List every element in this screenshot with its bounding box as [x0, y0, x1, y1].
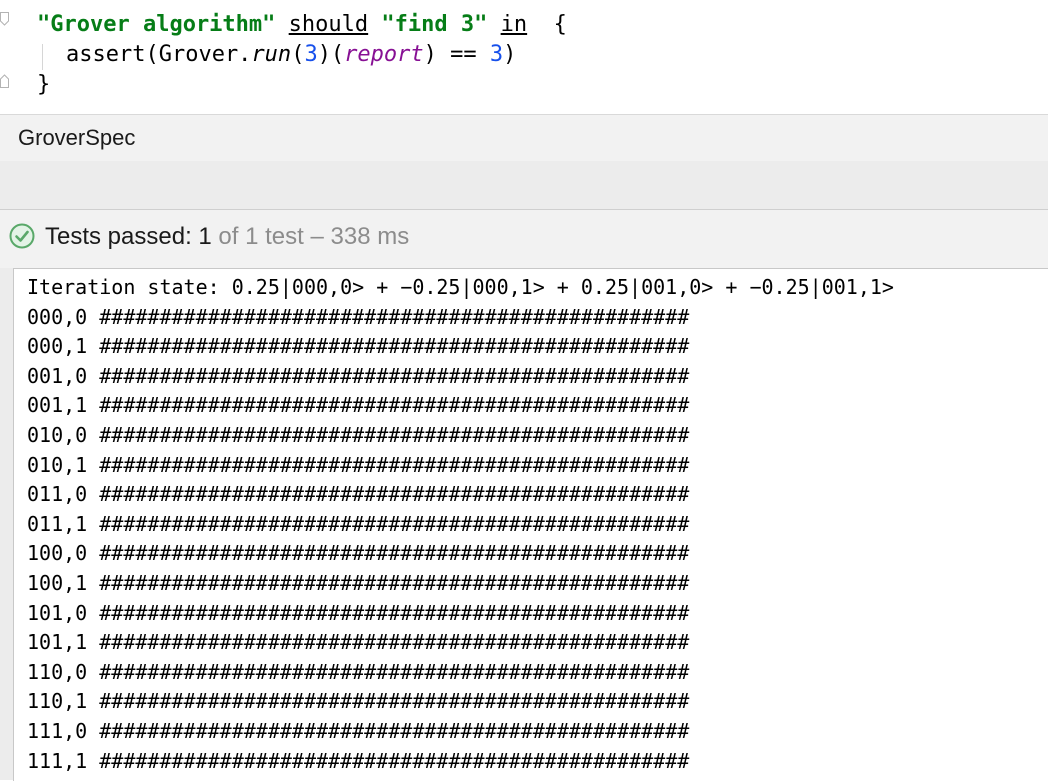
console-row: 010,1 ##################################…: [27, 451, 689, 481]
console-row: 110,1 ##################################…: [27, 687, 689, 717]
basis-state-label: 010,0: [27, 423, 88, 447]
amplitude-bar: ########################################…: [99, 600, 690, 625]
basis-state-label: 111,0: [27, 719, 88, 743]
console-row: 100,0 ##################################…: [27, 539, 689, 569]
amplitude-bar: ########################################…: [99, 363, 690, 388]
in-keyword: in: [500, 12, 528, 37]
report-param: report: [344, 42, 424, 67]
basis-state-label: 101,1: [27, 630, 88, 655]
amplitude-bar: ########################################…: [99, 719, 690, 743]
basis-state-label: 000,0: [27, 304, 88, 329]
tests-passed-label: Tests passed: 1: [45, 223, 212, 250]
console-row: 101,1 ##################################…: [27, 628, 689, 658]
code-line-3: }: [37, 72, 51, 97]
amplitude-bar: ########################################…: [99, 571, 690, 595]
console-output[interactable]: Iteration state: 0.25|000,0> + −0.25|000…: [13, 268, 1048, 781]
console-panel: Iteration state: 0.25|000,0> + −0.25|000…: [0, 268, 1048, 781]
basis-state-label: 111,1: [27, 748, 88, 773]
amplitude-bar: ########################################…: [99, 393, 690, 418]
basis-state-label: 110,0: [27, 659, 88, 684]
amplitude-bar: ########################################…: [99, 630, 690, 655]
should-keyword: should: [288, 12, 369, 37]
breadcrumb-title[interactable]: GroverSpec: [18, 125, 135, 151]
console-row: 000,1 ##################################…: [27, 332, 689, 362]
test-name-string: "Grover algorithm": [37, 12, 276, 37]
code-line-1: "Grover algorithm" should "find 3" in {: [37, 10, 567, 40]
breadcrumb[interactable]: GroverSpec: [0, 114, 1048, 162]
iteration-state-line: Iteration state: 0.25|000,0> + −0.25|000…: [27, 275, 894, 299]
basis-state-label: 011,0: [27, 482, 88, 507]
run-method: run: [251, 42, 292, 67]
amplitude-bar: ########################################…: [99, 659, 690, 684]
amplitude-bar: ########################################…: [99, 482, 690, 507]
console-row: 010,0 ##################################…: [27, 421, 689, 451]
basis-state-label: 011,1: [27, 511, 88, 536]
amplitude-bar: ########################################…: [99, 541, 690, 566]
console-row: 001,1 ##################################…: [27, 391, 689, 421]
amplitude-bar: ########################################…: [99, 423, 690, 447]
fold-marker-icon[interactable]: [0, 12, 9, 26]
expected-value: 3: [489, 42, 504, 67]
comparison: ) ==: [423, 42, 490, 67]
amplitude-bar: ########################################…: [99, 304, 690, 329]
console-row: 111,1 ##################################…: [27, 747, 689, 777]
basis-state-label: 001,0: [27, 363, 88, 388]
amplitude-bar: ########################################…: [99, 334, 690, 359]
amplitude-bar: ########################################…: [99, 452, 690, 477]
code-line-2: assert(Grover.run(3)(report) == 3): [66, 40, 516, 70]
assert-call: assert(Grover.: [66, 42, 252, 67]
console-row: 000,0 ##################################…: [27, 303, 689, 333]
run-argument: 3: [304, 42, 318, 67]
fold-end-marker-icon[interactable]: [0, 74, 9, 88]
basis-state-label: 001,1: [27, 393, 88, 418]
console-row: 111,0 ##################################…: [27, 717, 689, 747]
indent-guide: [42, 44, 43, 70]
console-row: 101,0 ##################################…: [27, 599, 689, 629]
basis-state-label: 100,1: [27, 571, 88, 595]
tests-detail-label: of 1 test – 338 ms: [211, 223, 410, 250]
test-case-string: "find 3": [381, 12, 488, 37]
console-row: 011,1 ##################################…: [27, 510, 689, 540]
paren-mid: )(: [317, 42, 345, 67]
paren-open: (: [291, 42, 305, 67]
test-status-bar: Tests passed: 1 of 1 test – 338 ms: [0, 210, 1048, 268]
status-text: Tests passed: 1 of 1 test – 338 ms: [45, 223, 409, 251]
console-row: 001,0 ##################################…: [27, 362, 689, 392]
amplitude-bar: ########################################…: [99, 748, 690, 773]
open-brace: {: [553, 12, 567, 37]
basis-state-label: 010,1: [27, 452, 88, 477]
check-circle-icon: [9, 223, 35, 249]
console-row: 100,1 ##################################…: [27, 569, 689, 599]
basis-state-label: 101,0: [27, 600, 88, 625]
amplitude-bar: ########################################…: [99, 689, 690, 714]
amplitude-bar: ########################################…: [99, 511, 690, 536]
code-editor[interactable]: "Grover algorithm" should "find 3" in { …: [0, 0, 1048, 114]
paren-close: ): [503, 42, 517, 67]
run-toolbar: [0, 161, 1048, 210]
console-row: 110,0 ##################################…: [27, 658, 689, 688]
basis-state-label: 100,0: [27, 541, 88, 566]
basis-state-label: 000,1: [27, 334, 88, 359]
basis-state-label: 110,1: [27, 689, 88, 714]
console-row: 011,0 ##################################…: [27, 480, 689, 510]
